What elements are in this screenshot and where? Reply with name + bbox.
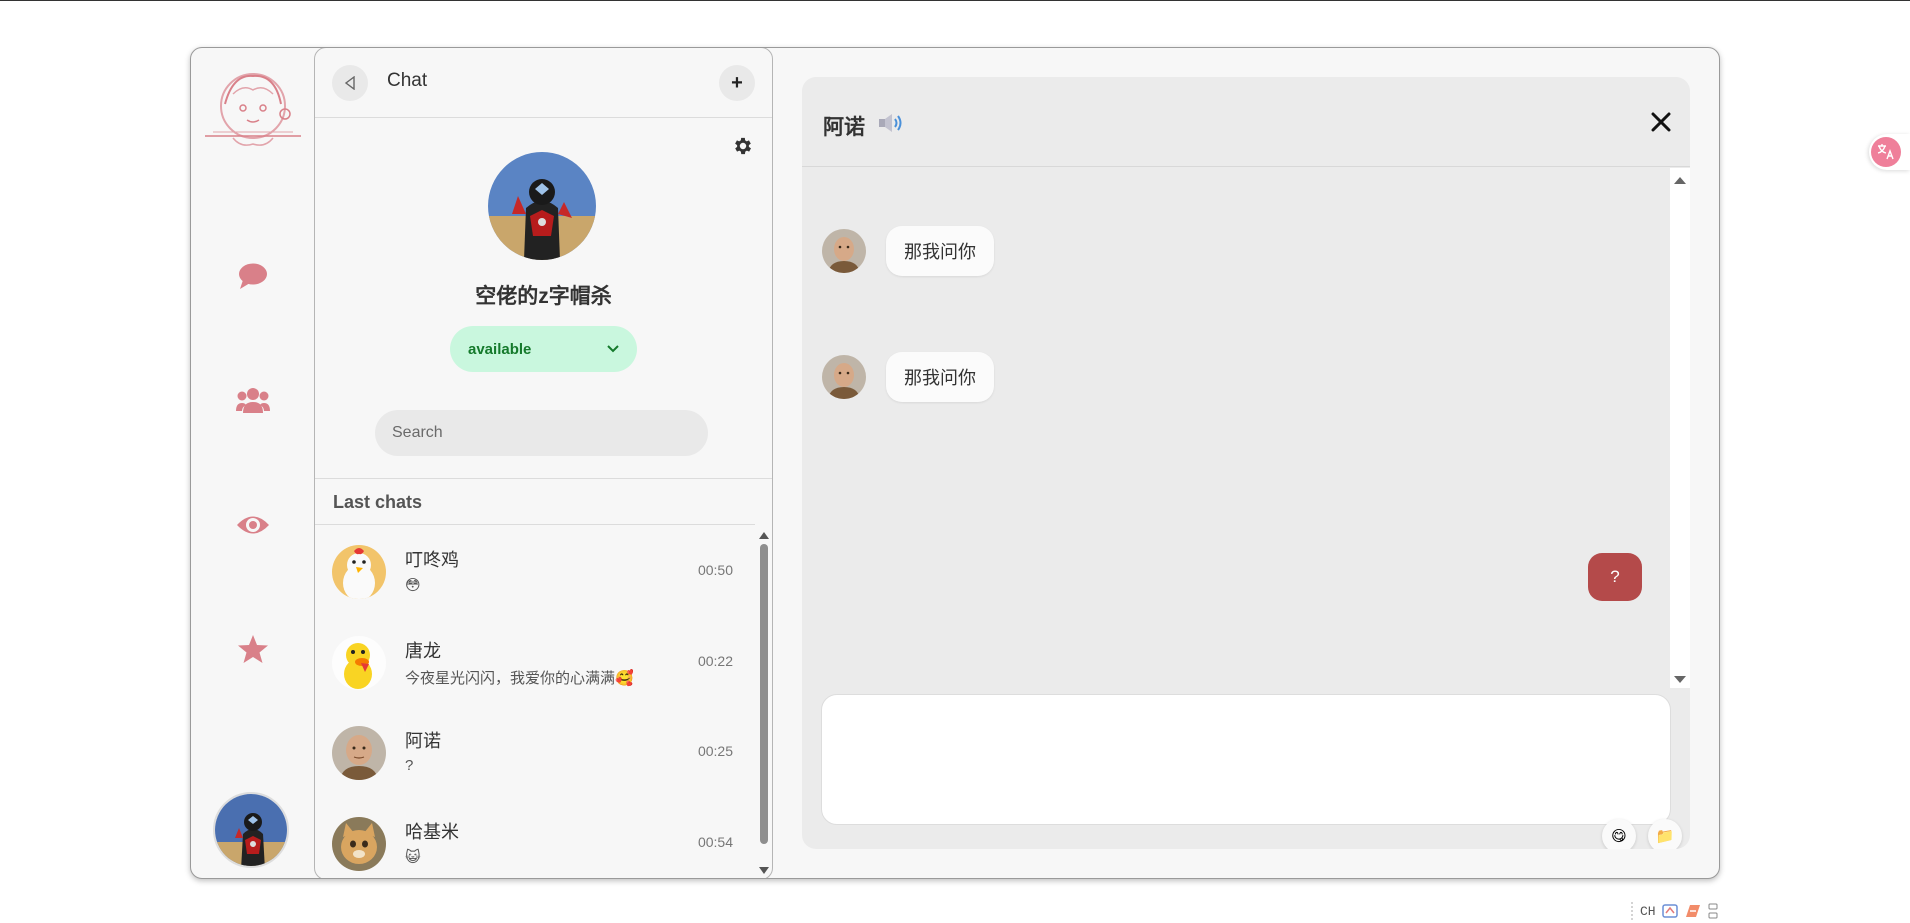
chat-name: 阿诺	[405, 731, 441, 751]
close-icon	[1651, 112, 1671, 132]
chat-last-message: 😺	[405, 848, 421, 866]
emoji-button[interactable]: 😋	[1602, 819, 1636, 849]
emoji-icon: 😋	[1611, 828, 1627, 845]
message-bubble: 那我问你	[886, 226, 994, 276]
profile-name: 空佬的z字帽杀	[475, 285, 612, 308]
chat-avatar	[332, 816, 386, 871]
chat-last-message: 😳	[405, 577, 421, 594]
add-chat-button[interactable]: +	[719, 65, 755, 101]
close-conversation-button[interactable]	[1646, 107, 1676, 137]
chat-panel: Chat + 空佬的z字帽杀 available Search Last cha…	[314, 48, 773, 879]
gear-icon	[735, 137, 751, 155]
app-window: Chat + 空佬的z字帽杀 available Search Last cha…	[190, 47, 1720, 879]
conversation-panel: 阿诺 那我问你 那我问你 ? 😋 📁	[802, 77, 1690, 849]
chat-list-item[interactable]: 唐龙 今夜星光闪闪，我爱你的心满满🥰 00:22	[315, 619, 755, 710]
status-value: available	[468, 340, 532, 358]
panel-header: Chat +	[315, 48, 772, 118]
translate-icon	[1871, 137, 1901, 167]
chat-list-item[interactable]: 阿诺 ? 00:25	[315, 709, 755, 800]
message-scrollbar[interactable]	[1670, 168, 1690, 688]
file-button[interactable]: 📁	[1648, 819, 1682, 849]
system-tray: CH	[1630, 901, 1718, 921]
chat-time: 00:50	[697, 562, 733, 578]
sender-avatar	[822, 229, 866, 273]
chat-avatar	[332, 545, 386, 599]
logo-illustration	[203, 64, 303, 154]
chat-list: 叮咚鸡 😳 00:50 唐龙 今夜星光闪闪，我爱你的心满满🥰 00:22 阿诺 …	[315, 528, 755, 879]
chat-avatar	[332, 635, 386, 690]
chat-bubble-icon	[239, 263, 267, 289]
chevron-down-icon	[607, 345, 619, 353]
chat-name: 哈基米	[405, 821, 459, 842]
search-input[interactable]	[375, 410, 708, 456]
speaker-icon[interactable]	[877, 111, 907, 135]
watch-nav-button[interactable]	[233, 505, 273, 545]
tray-app-icon[interactable]	[1661, 903, 1678, 919]
message-row: 那我问你	[822, 226, 994, 276]
chat-list-scrollbar[interactable]	[757, 528, 771, 878]
divider	[315, 524, 755, 525]
chat-list-item[interactable]: 叮咚鸡 😳 00:50	[315, 528, 755, 619]
tray-app-icon[interactable]	[1708, 903, 1718, 919]
eye-icon	[237, 516, 269, 534]
back-icon	[344, 76, 355, 90]
tray-separator	[1631, 902, 1633, 920]
message-list: 那我问你 那我问你 ?	[802, 168, 1672, 688]
chat-last-message: 今夜星光闪闪，我爱你的心满满🥰	[405, 669, 634, 687]
chat-name: 叮咚鸡	[405, 550, 459, 570]
panel-title: Chat	[387, 70, 428, 91]
conversation-title: 阿诺	[823, 116, 865, 139]
contacts-nav-button[interactable]	[233, 380, 273, 420]
star-icon	[238, 635, 268, 663]
conversation-header: 阿诺	[802, 77, 1690, 167]
divider	[315, 478, 772, 479]
sender-avatar	[822, 355, 866, 399]
last-chats-heading: Last chats	[333, 492, 423, 512]
chat-avatar	[332, 726, 386, 780]
chat-time: 00:54	[697, 833, 733, 850]
translate-extension-button[interactable]	[1869, 134, 1910, 170]
ime-indicator[interactable]: CH	[1640, 904, 1656, 919]
chat-name: 唐龙	[405, 640, 441, 661]
status-dropdown[interactable]: available	[450, 326, 637, 372]
settings-button[interactable]	[732, 135, 756, 159]
back-button[interactable]	[332, 65, 368, 101]
folder-icon: 📁	[1655, 828, 1675, 845]
message-bubble: 那我问你	[886, 352, 994, 402]
icon-rail	[191, 48, 315, 878]
profile-avatar[interactable]	[488, 152, 596, 260]
message-row: 那我问你	[822, 352, 994, 402]
users-icon	[236, 388, 270, 413]
message-input[interactable]	[821, 694, 1671, 825]
chat-time: 00:25	[697, 743, 733, 759]
chat-last-message: ?	[405, 757, 414, 774]
my-message-bubble: ?	[1588, 553, 1642, 601]
chat-time: 00:22	[697, 652, 733, 669]
tray-app-icon[interactable]	[1684, 903, 1702, 919]
chats-nav-button[interactable]	[233, 256, 273, 296]
chat-list-item[interactable]: 哈基米 😺 00:54	[315, 800, 755, 879]
user-avatar[interactable]	[213, 792, 289, 868]
favorites-nav-button[interactable]	[233, 629, 273, 669]
